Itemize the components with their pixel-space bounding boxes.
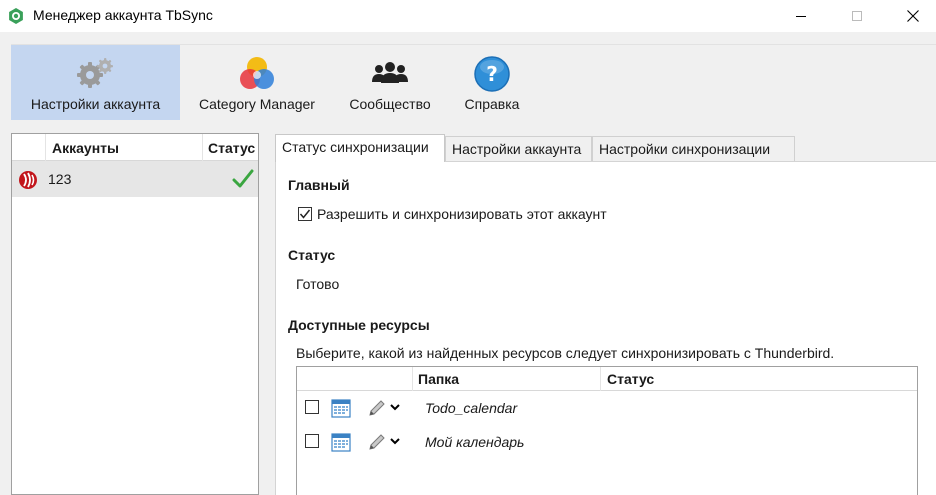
toolbar: Настройки аккаунта Category Manager Сооб… (11, 44, 936, 120)
account-row[interactable]: 123 (12, 161, 258, 197)
accounts-column-header[interactable]: Аккаунты (52, 140, 119, 156)
tab-content: Главный Разрешить и синхронизировать это… (275, 161, 936, 495)
pencil-icon[interactable] (367, 398, 387, 418)
title-bar: Менеджер аккаунта TbSync (0, 0, 936, 32)
check-icon (232, 169, 254, 188)
calendar-icon (331, 433, 351, 452)
section-resources-title: Доступные ресурсы (288, 317, 430, 333)
enable-account-checkbox[interactable] (298, 207, 312, 221)
resource-checkbox[interactable] (305, 400, 319, 414)
close-button[interactable] (890, 0, 936, 32)
folder-column-header[interactable]: Папка (418, 371, 459, 387)
toolbar-community[interactable]: Сообщество (333, 45, 447, 120)
resource-checkbox[interactable] (305, 434, 319, 448)
status-column-header[interactable]: Статус (208, 140, 255, 156)
checkmark-icon (299, 209, 311, 219)
resource-row[interactable]: Мой календарь (297, 425, 917, 459)
close-icon (907, 10, 919, 22)
tab-sync-status[interactable]: Статус синхронизации (275, 134, 445, 162)
people-icon (372, 62, 408, 83)
color-circles-icon (240, 57, 274, 89)
accounts-header: Аккаунты Статус (12, 134, 258, 161)
minimize-icon (796, 15, 806, 17)
chevron-down-icon[interactable] (389, 434, 401, 448)
svg-text:?: ? (486, 62, 498, 86)
resources-table: Папка Статус Todo_calendar Мой календарь (296, 366, 918, 495)
resources-table-header: Папка Статус (297, 367, 917, 391)
enable-account-label[interactable]: Разрешить и синхронизировать этот аккаун… (317, 206, 607, 222)
window-title: Менеджер аккаунта TbSync (33, 7, 213, 23)
icon-column-header[interactable] (12, 134, 46, 161)
toolbar-label: Справка (464, 96, 520, 112)
maximize-icon (852, 11, 862, 21)
calendar-icon (331, 399, 351, 418)
tab-sync-settings[interactable]: Настройки синхронизации (592, 136, 795, 161)
toolbar-account-settings[interactable]: Настройки аккаунта (11, 45, 180, 120)
account-name: 123 (48, 171, 72, 187)
status-value: Готово (296, 276, 340, 292)
pencil-icon[interactable] (367, 432, 387, 452)
resource-row[interactable]: Todo_calendar (297, 391, 917, 425)
toolbar-label: Настройки аккаунта (30, 96, 161, 112)
resource-name: Мой календарь (425, 434, 525, 450)
toolbar-category-manager[interactable]: Category Manager (181, 45, 333, 120)
provider-icon (19, 171, 37, 189)
toolbar-label: Сообщество (349, 96, 431, 112)
status-column-header[interactable]: Статус (607, 371, 654, 387)
tab-account-settings[interactable]: Настройки аккаунта (445, 136, 592, 161)
toolbar-help[interactable]: ? Справка (449, 45, 535, 120)
help-icon: ? (474, 56, 510, 92)
resources-hint: Выберите, какой из найденных ресурсов сл… (296, 345, 835, 361)
chevron-down-icon[interactable] (389, 400, 401, 414)
section-status-title: Статус (288, 247, 336, 263)
maximize-button[interactable] (834, 0, 880, 32)
gears-icon (76, 58, 113, 88)
enable-account-row[interactable]: Разрешить и синхронизировать этот аккаун… (298, 206, 607, 222)
minimize-button[interactable] (778, 0, 824, 32)
app-icon (9, 8, 23, 24)
section-main-title: Главный (288, 177, 350, 193)
toolbar-label: Category Manager (199, 96, 315, 112)
resource-name: Todo_calendar (425, 400, 518, 416)
accounts-list: Аккаунты Статус 123 (11, 133, 259, 495)
